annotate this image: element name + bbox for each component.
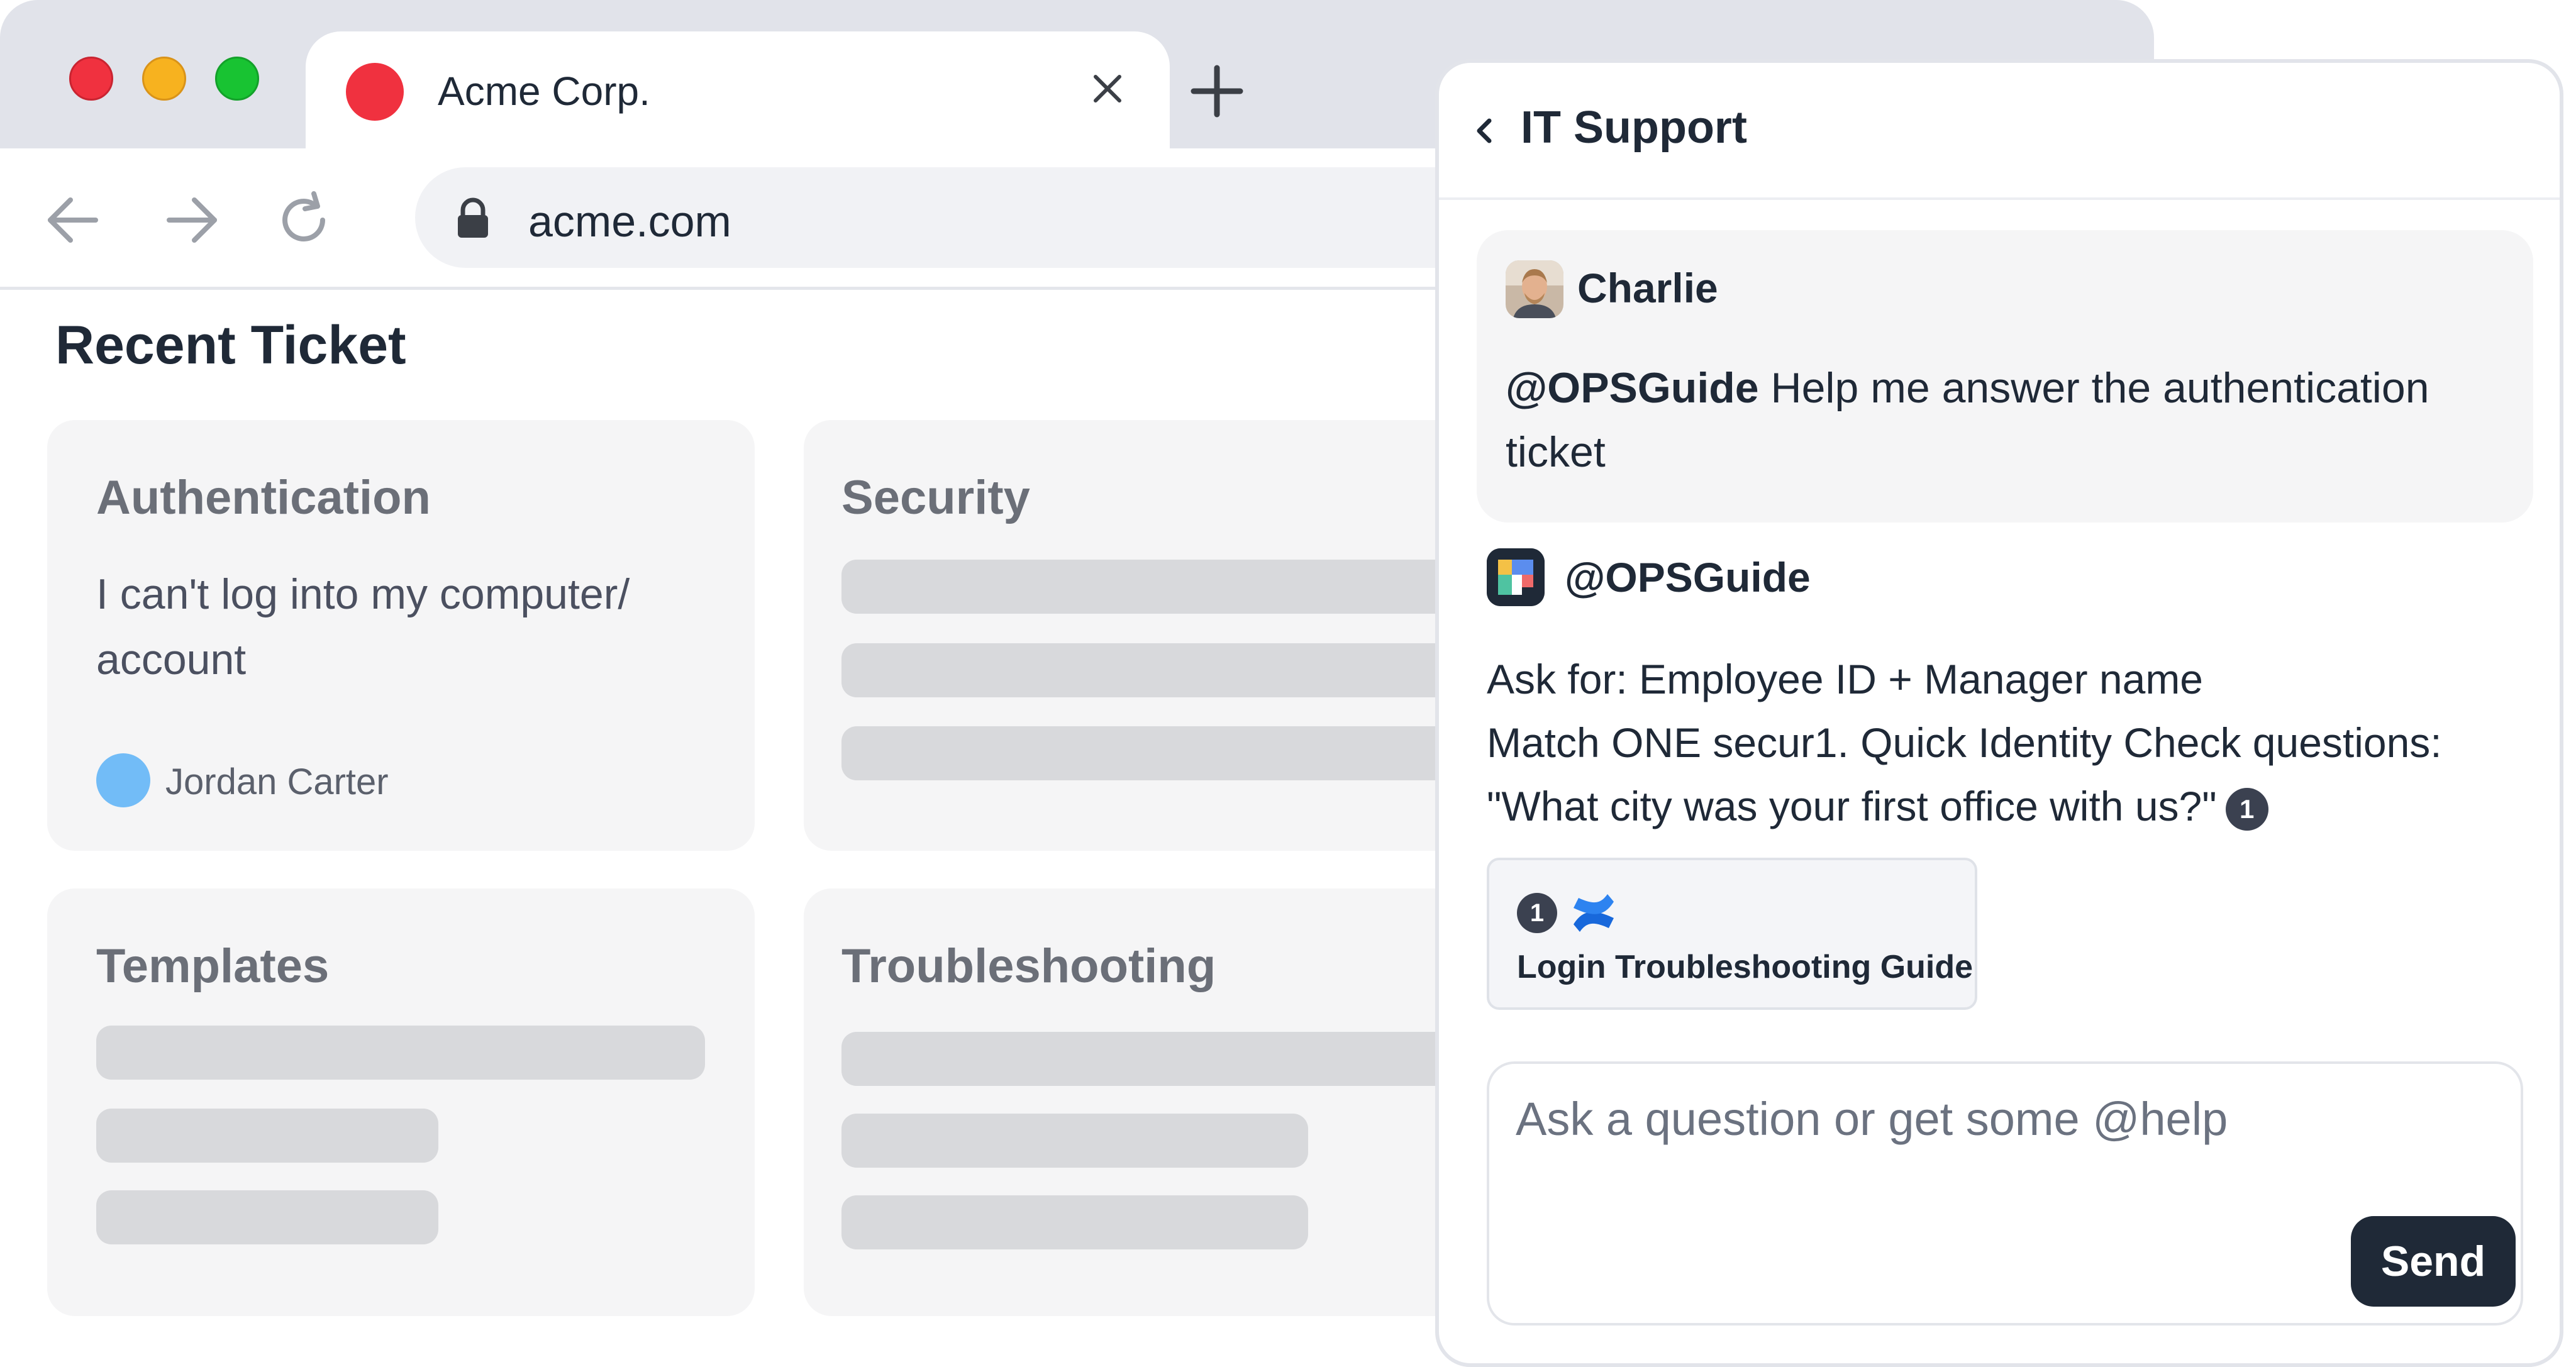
- chat-panel: IT Support Charlie @OPSGuide Help me ans…: [1435, 59, 2563, 1367]
- chat-title: IT Support: [1521, 102, 1747, 153]
- chat-input[interactable]: [1514, 1080, 2397, 1157]
- skeleton-line: [841, 726, 1533, 780]
- card-title: Security: [841, 471, 1030, 524]
- bot-line: Match ONE secur1. Quick Identity Check q…: [1487, 719, 2442, 766]
- card-title: Authentication: [96, 471, 431, 524]
- bot-line: "What city was your first office with us…: [1487, 783, 2217, 829]
- skeleton-line: [841, 643, 1533, 697]
- source-card[interactable]: 1 Login Troubleshooting Guide: [1487, 858, 1977, 1010]
- source-number-badge: 1: [1517, 893, 1557, 933]
- skeleton-line: [841, 1114, 1308, 1168]
- url-text: acme.com: [528, 197, 731, 246]
- card-title: Troubleshooting: [841, 939, 1216, 993]
- skeleton-line: [96, 1026, 705, 1080]
- page-title: Recent Ticket: [55, 315, 406, 375]
- skeleton-line: [841, 1032, 1533, 1086]
- back-arrow-icon[interactable]: [42, 189, 104, 252]
- card-title: Templates: [96, 939, 330, 993]
- chevron-left-icon[interactable]: [1467, 113, 1502, 148]
- minimize-window-button[interactable]: [142, 57, 186, 101]
- user-message-text: @OPSGuide Help me answer the authenticat…: [1506, 356, 2487, 484]
- ticket-card-templates[interactable]: Templates: [47, 888, 755, 1316]
- plus-icon[interactable]: [1189, 63, 1245, 119]
- reload-icon[interactable]: [274, 189, 336, 252]
- ticket-card-authentication[interactable]: Authentication I can't log into my compu…: [47, 420, 755, 851]
- chat-input-box: Send: [1487, 1061, 2523, 1325]
- chat-header: IT Support: [1439, 63, 2560, 200]
- user-name: Charlie: [1577, 265, 1718, 311]
- ticket-card-security[interactable]: Security: [804, 420, 1533, 851]
- send-button[interactable]: Send: [2351, 1216, 2516, 1307]
- tab-title: Acme Corp.: [438, 69, 650, 114]
- forward-arrow-icon[interactable]: [160, 189, 223, 252]
- author-name: Jordan Carter: [165, 761, 389, 802]
- card-description: I can't log into my computer/ account: [96, 570, 630, 684]
- mention: @OPSGuide: [1506, 364, 1759, 412]
- bot-name: @OPSGuide: [1565, 554, 1811, 600]
- browser-tab[interactable]: Acme Corp.: [306, 31, 1170, 148]
- skeleton-line: [841, 560, 1533, 614]
- confluence-icon: [1574, 894, 1614, 932]
- tab-favicon: [346, 63, 404, 121]
- skeleton-line: [96, 1109, 438, 1163]
- ticket-card-troubleshooting[interactable]: Troubleshooting: [804, 888, 1533, 1316]
- maximize-window-button[interactable]: [215, 57, 259, 101]
- lock-icon: [458, 197, 488, 238]
- skeleton-line: [96, 1190, 438, 1244]
- avatar: [1506, 260, 1563, 318]
- bot-avatar: [1487, 548, 1545, 606]
- source-title: Login Troubleshooting Guide: [1517, 949, 1974, 985]
- close-window-button[interactable]: [69, 57, 113, 101]
- citation-badge[interactable]: 1: [2225, 788, 2268, 831]
- close-icon[interactable]: [1085, 67, 1130, 111]
- avatar: [96, 753, 150, 807]
- bot-line-with-citation: "What city was your first office with us…: [1487, 775, 2518, 838]
- bot-message-text: Ask for: Employee ID + Manager name Matc…: [1487, 648, 2518, 838]
- user-message: Charlie @OPSGuide Help me answer the aut…: [1477, 230, 2533, 523]
- bot-line: Ask for: Employee ID + Manager name: [1487, 656, 2204, 702]
- skeleton-line: [841, 1195, 1308, 1249]
